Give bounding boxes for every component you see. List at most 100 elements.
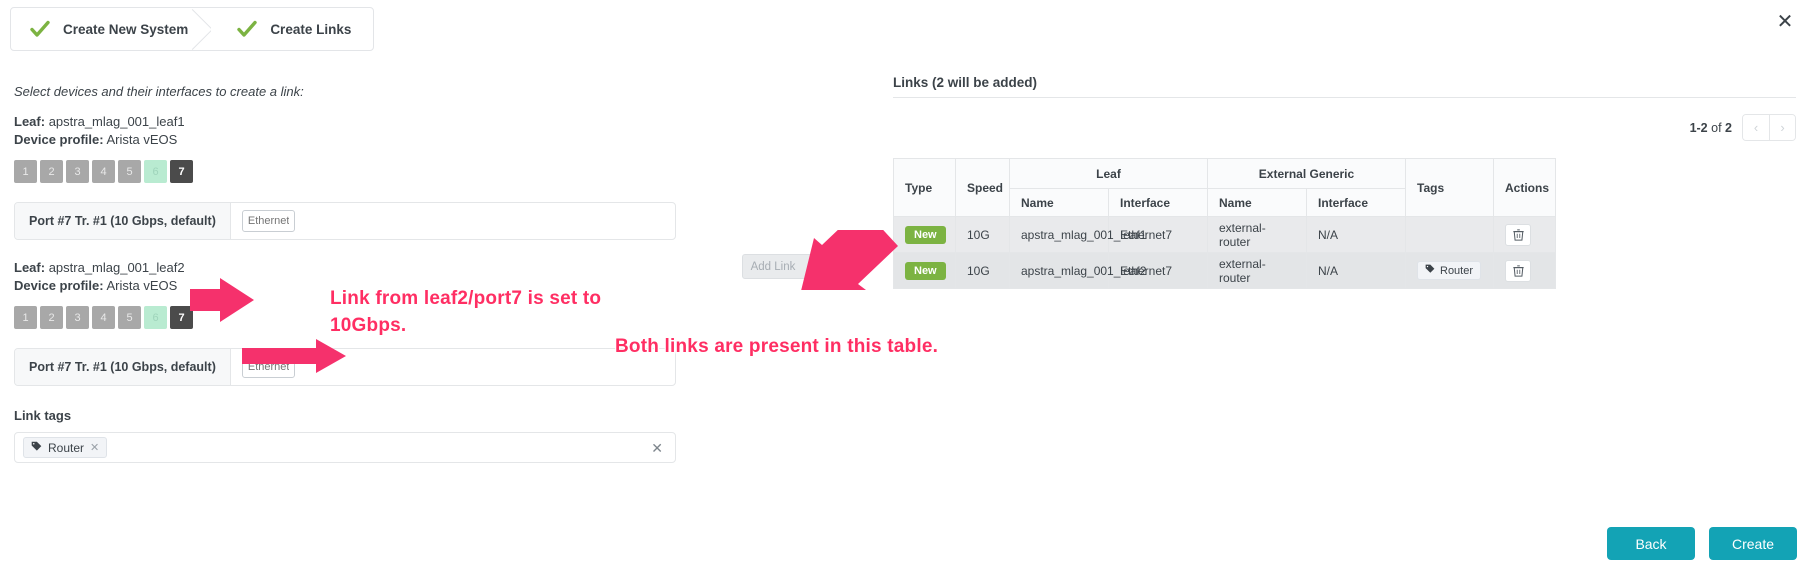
port-button-3[interactable]: 3 (66, 160, 89, 183)
interface-name-input[interactable] (241, 356, 295, 378)
divider (893, 97, 1796, 98)
wizard-step-create-links[interactable]: Create Links (210, 8, 373, 50)
col-header-leaf-interface: Interface (1108, 188, 1208, 217)
port-button-7[interactable]: 7 (170, 160, 193, 183)
cell-ext-interface: N/A (1306, 216, 1406, 253)
device-profile-label: Device profile: (14, 278, 104, 293)
port-button-6[interactable]: 6 (144, 306, 167, 329)
table-row: New 10G apstra_mlag_001_leaf1 Ethernet7 … (893, 216, 1556, 253)
wizard-step-create-new-system[interactable]: Create New System (11, 8, 210, 50)
leaf-label: Leaf: (14, 114, 46, 129)
pagination-total: 2 (1725, 120, 1732, 135)
link-builder-panel: Select devices and their interfaces to c… (14, 84, 694, 463)
col-header-ext-interface: Interface (1306, 188, 1406, 217)
pagination-buttons: ‹ › (1742, 114, 1796, 141)
tag-pill-router[interactable]: Router ✕ (23, 437, 108, 458)
col-group-header-leaf: Leaf (1009, 158, 1208, 189)
table-row: New 10G apstra_mlag_001_leaf2 Ethernet7 … (893, 252, 1556, 289)
cell-leaf-name: apstra_mlag_001_leaf1 (1009, 216, 1146, 253)
device-leaf-line: Leaf: apstra_mlag_001_leaf2 (14, 259, 694, 277)
pagination-label: 1-2 of 2 (1690, 121, 1732, 135)
device-profile-name: Arista vEOS (106, 132, 178, 147)
port-button-4[interactable]: 4 (92, 160, 115, 183)
col-header-actions: Actions (1493, 158, 1556, 217)
wizard-step-label: Create Links (270, 21, 352, 37)
links-table-head: Type Speed Leaf External Generic Tags Ac… (893, 158, 1556, 217)
device-profile-line: Device profile: Arista vEOS (14, 277, 694, 295)
cell-type: New (893, 252, 956, 289)
port-detail-body (231, 203, 675, 239)
leaf-label: Leaf: (14, 260, 46, 275)
trash-icon[interactable] (1505, 223, 1531, 246)
link-tags-label: Link tags (14, 408, 72, 423)
device-profile-name: Arista vEOS (106, 278, 178, 293)
col-header-speed: Speed (955, 158, 1010, 217)
port-detail-label: Port #7 Tr. #1 (10 Gbps, default) (15, 349, 231, 385)
cell-leaf-interface: Ethernet7 (1108, 252, 1208, 289)
tag-label: Router (1440, 264, 1474, 277)
check-icon (236, 18, 258, 40)
cell-speed: 10G (955, 216, 1010, 253)
port-button-1[interactable]: 1 (14, 306, 37, 329)
cell-ext-name: external-router (1207, 252, 1307, 289)
trash-icon[interactable] (1505, 259, 1531, 282)
port-detail-label: Port #7 Tr. #1 (10 Gbps, default) (15, 203, 231, 239)
port-button-3[interactable]: 3 (66, 306, 89, 329)
close-icon[interactable]: ✕ (1773, 10, 1797, 34)
port-detail-body (231, 349, 675, 385)
check-icon (29, 18, 51, 40)
cell-actions (1493, 252, 1556, 289)
port-detail-row-leaf1: Port #7 Tr. #1 (10 Gbps, default) (14, 202, 676, 240)
cell-actions (1493, 216, 1556, 253)
dialog-footer: Back Create (1607, 527, 1797, 560)
back-button[interactable]: Back (1607, 527, 1695, 560)
cell-ext-interface: N/A (1306, 252, 1406, 289)
col-header-tags: Tags (1405, 158, 1494, 217)
port-button-4[interactable]: 4 (92, 306, 115, 329)
panel-hint: Select devices and their interfaces to c… (14, 84, 304, 99)
port-detail-row-leaf2: Port #7 Tr. #1 (10 Gbps, default) (14, 348, 676, 386)
cell-leaf-name: apstra_mlag_001_leaf2 (1009, 252, 1146, 289)
interface-name-input[interactable] (241, 210, 295, 232)
links-table: Type Speed Leaf External Generic Tags Ac… (893, 158, 1556, 289)
tag-icon (1425, 264, 1435, 277)
port-button-2[interactable]: 2 (40, 306, 63, 329)
cell-speed: 10G (955, 252, 1010, 289)
table-header-row-group: Type Speed Leaf External Generic Tags Ac… (893, 158, 1556, 217)
leaf-name: apstra_mlag_001_leaf2 (48, 260, 185, 275)
tag-label: Router (48, 440, 85, 455)
cell-ext-name: external-router (1207, 216, 1307, 253)
link-tags-input[interactable]: Router ✕ ✕ (14, 432, 676, 463)
port-button-7[interactable]: 7 (170, 306, 193, 329)
tag-remove-icon[interactable]: ✕ (90, 441, 99, 454)
col-header-ext-name: Name (1207, 188, 1307, 217)
links-table-body: New 10G apstra_mlag_001_leaf1 Ethernet7 … (893, 216, 1556, 289)
device-leaf-line: Leaf: apstra_mlag_001_leaf1 (14, 113, 694, 131)
chevron-left-icon[interactable]: ‹ (1743, 115, 1769, 140)
port-selector-leaf1: 1 2 3 4 5 6 7 (14, 160, 694, 183)
step-divider (189, 8, 211, 50)
chevron-right-icon[interactable]: › (1769, 115, 1795, 140)
col-header-leaf-name: Name (1009, 188, 1109, 217)
create-button[interactable]: Create (1709, 527, 1797, 560)
links-panel: Links (2 will be added) 1-2 of 2 ‹ › Typ… (893, 75, 1796, 289)
status-badge: New (905, 261, 946, 280)
cell-tags (1405, 216, 1494, 253)
pagination-of: of (1711, 120, 1722, 135)
port-button-1[interactable]: 1 (14, 160, 37, 183)
arrow-right-icon: → (805, 260, 817, 273)
port-button-5[interactable]: 5 (118, 160, 141, 183)
port-button-2[interactable]: 2 (40, 160, 63, 183)
leaf-name: apstra_mlag_001_leaf1 (48, 114, 185, 129)
add-link-button[interactable]: Add Link → (742, 254, 825, 279)
device-block-leaf1: Leaf: apstra_mlag_001_leaf1 Device profi… (14, 113, 694, 240)
port-selector-leaf2: 1 2 3 4 5 6 7 (14, 306, 694, 329)
col-header-type: Type (893, 158, 956, 217)
cell-leaf-interface: Ethernet7 (1108, 216, 1208, 253)
port-button-6[interactable]: 6 (144, 160, 167, 183)
status-badge: New (905, 225, 946, 244)
port-button-5[interactable]: 5 (118, 306, 141, 329)
clear-all-icon[interactable]: ✕ (651, 441, 663, 455)
device-block-leaf2: Leaf: apstra_mlag_001_leaf2 Device profi… (14, 259, 694, 386)
wizard-step-label: Create New System (63, 21, 189, 37)
